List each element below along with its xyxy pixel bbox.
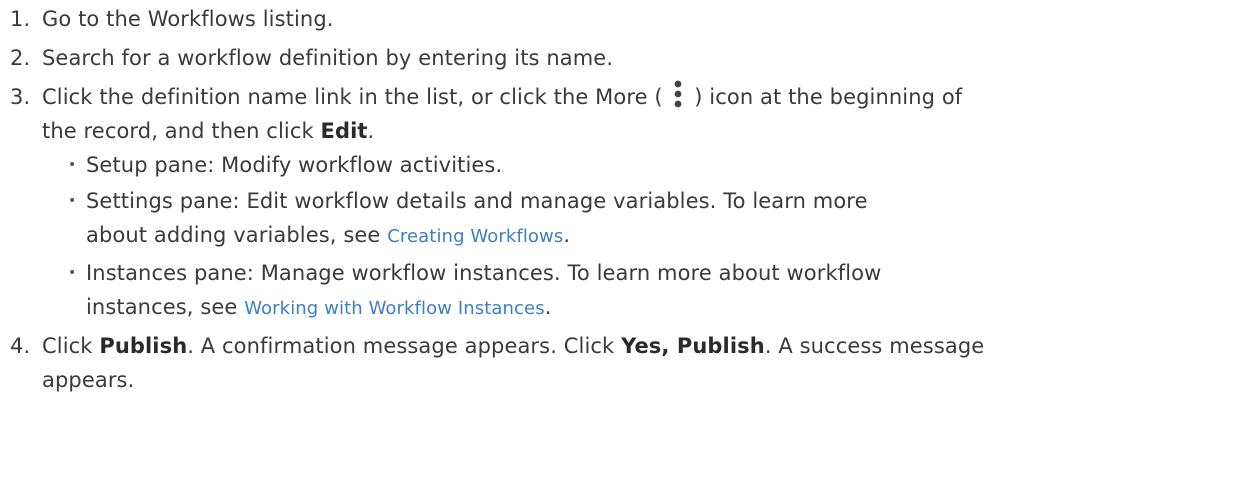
bullet-icon: • — [68, 265, 77, 281]
sub-item-text-line-2: instances, see Working with Workflow Ins… — [86, 290, 1249, 326]
step-number: 4. — [10, 334, 31, 358]
more-vertical-icon — [671, 79, 685, 109]
sub-item-text: . — [544, 295, 552, 319]
step-text: Click the definition name link in the li… — [42, 85, 670, 109]
step-text: . A confirmation message appears. Click — [187, 334, 622, 358]
step-list: 1. Go to the Workflows listing. 2. Searc… — [0, 2, 1249, 397]
step-text: the record, and then click — [42, 119, 321, 143]
step-text-line-1: Click Publish. A confirmation message ap… — [42, 329, 1249, 363]
step-number: 2. — [10, 46, 31, 70]
step-1: 1. Go to the Workflows listing. — [0, 2, 1249, 36]
yes-publish-label: Yes, Publish — [621, 334, 765, 358]
step-text-line-2: the record, and then click Edit. — [42, 114, 1249, 148]
sub-item-text: Setup pane: Modify workflow activities. — [86, 153, 503, 177]
step-text: Go to the Workflows listing. — [42, 7, 334, 31]
step-4: 4. Click Publish. A confirmation message… — [0, 329, 1249, 397]
working-with-workflow-instances-link[interactable]: Working with Workflow Instances — [244, 298, 544, 319]
sub-item-text: Instances pane: Manage workflow instance… — [86, 261, 882, 285]
publish-label: Publish — [99, 334, 188, 358]
sub-item-text: about adding variables, see — [86, 223, 388, 247]
step-text: . A success message — [764, 334, 985, 358]
sub-item-text: instances, see — [86, 295, 245, 319]
step-number: 1. — [10, 7, 31, 31]
document: 1. Go to the Workflows listing. 2. Searc… — [0, 2, 1249, 485]
edit-label: Edit — [320, 119, 368, 143]
step-2: 2. Search for a workflow definition by e… — [0, 41, 1249, 75]
bullet-icon: • — [68, 157, 77, 173]
step-text-line-2: appears. — [42, 368, 135, 392]
sub-item-text-line-2: about adding variables, see Creating Wor… — [86, 218, 1249, 254]
sub-item-setup: • Setup pane: Modify workflow activities… — [0, 148, 1249, 182]
sub-item-text: Settings pane: Edit workflow details and… — [86, 189, 868, 213]
step-text: ) icon at the beginning of — [687, 85, 963, 109]
sub-item-settings: • Settings pane: Edit workflow details a… — [0, 184, 1249, 254]
step-text: Search for a workflow definition by ente… — [42, 46, 614, 70]
bullet-icon: • — [68, 193, 77, 209]
sub-item-instances: • Instances pane: Manage workflow instan… — [0, 256, 1249, 326]
sub-list: • Setup pane: Modify workflow activities… — [0, 148, 1249, 326]
step-text: Click — [42, 334, 100, 358]
step-3: 3. Click the definition name link in the… — [0, 80, 1249, 326]
step-text: . — [367, 119, 375, 143]
step-text-line-1: Click the definition name link in the li… — [42, 80, 1249, 114]
sub-item-text: . — [563, 223, 571, 247]
creating-workflows-link[interactable]: Creating Workflows — [387, 226, 563, 247]
step-number: 3. — [10, 85, 31, 109]
